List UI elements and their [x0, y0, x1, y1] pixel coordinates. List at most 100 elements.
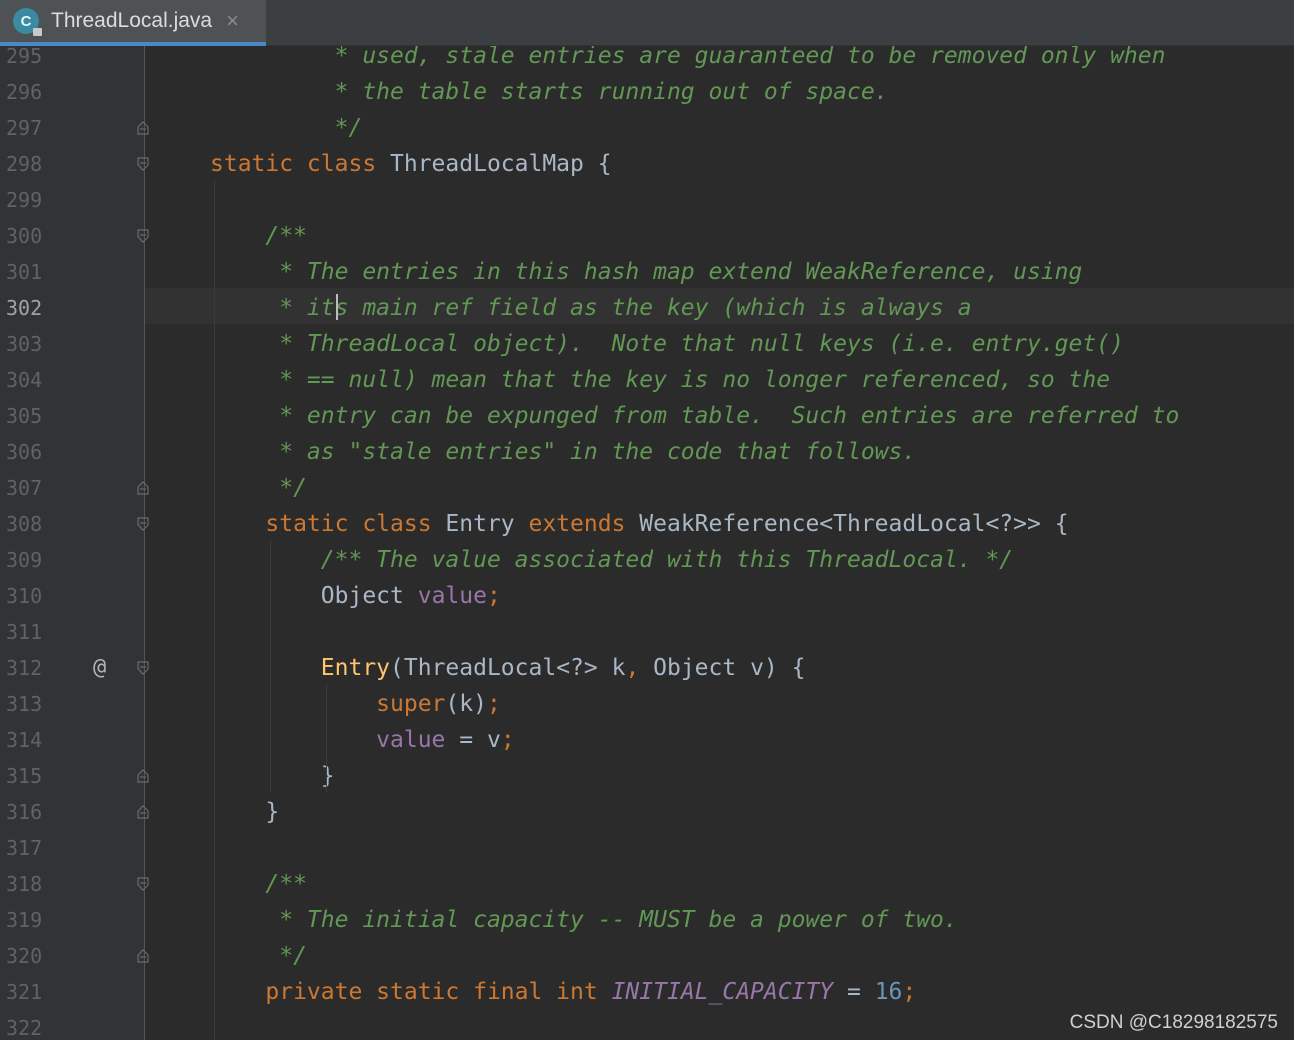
code-line[interactable]: 303 * ThreadLocal object). Note that nul… [0, 326, 1294, 362]
code-text: } [210, 794, 279, 830]
code-text: * its main ref field as the key (which i… [210, 290, 972, 326]
fold-close-icon[interactable] [137, 805, 149, 819]
code-token: ; [486, 691, 501, 717]
code-text: super(k); [210, 686, 501, 722]
code-line[interactable]: 301 * The entries in this hash map exten… [0, 254, 1294, 290]
code-line[interactable]: 317 [0, 830, 1294, 866]
code-token: */ [210, 943, 307, 969]
code-line[interactable]: 306 * as "stale entries" in the code tha… [0, 434, 1294, 470]
code-text: static class Entry extends WeakReference… [210, 506, 1069, 542]
code-token: value [376, 727, 446, 753]
line-number: 320 [6, 944, 43, 968]
line-number: 322 [6, 1016, 43, 1040]
code-token: /** [210, 871, 307, 897]
close-icon[interactable]: × [226, 8, 239, 34]
code-token: * ThreadLocal object). Note that null ke… [210, 331, 1124, 357]
code-token: */ [210, 475, 307, 501]
code-line[interactable]: 299 [0, 182, 1294, 218]
code-line[interactable]: 304 * == null) mean that the key is no l… [0, 362, 1294, 398]
indent-guide [270, 540, 271, 792]
line-number: 314 [6, 728, 43, 752]
indent-guide [214, 180, 215, 1040]
tab-threadlocal-java[interactable]: C ThreadLocal.java × [0, 0, 266, 46]
line-number: 302 [6, 296, 43, 320]
fold-open-icon[interactable] [137, 157, 149, 171]
line-number: 297 [6, 116, 43, 140]
line-number: 312 [6, 656, 43, 680]
code-line[interactable]: 305 * entry can be expunged from table. … [0, 398, 1294, 434]
code-token: Entry [445, 511, 529, 537]
code-line[interactable]: 320 */ [0, 938, 1294, 974]
code-token: (ThreadLocal<?> k [390, 655, 626, 681]
code-line[interactable]: 311 [0, 614, 1294, 650]
code-token: , [625, 655, 654, 681]
code-token: super [376, 691, 446, 717]
code-editor[interactable]: 295 * used, stale entries are guaranteed… [0, 46, 1294, 1040]
code-token: value [417, 583, 487, 609]
tab-title: ThreadLocal.java [51, 9, 213, 32]
line-number: 310 [6, 584, 43, 608]
code-line[interactable]: 313 super(k); [0, 686, 1294, 722]
code-line[interactable]: 312 @ Entry(ThreadLocal<?> k, Object v) { [0, 650, 1294, 686]
code-text: * ThreadLocal object). Note that null ke… [210, 326, 1124, 362]
code-text: */ [210, 470, 307, 506]
fold-close-icon[interactable] [137, 949, 149, 963]
fold-open-icon[interactable] [137, 229, 149, 243]
line-number: 303 [6, 332, 43, 356]
code-token: extends [528, 511, 640, 537]
line-number: 307 [6, 476, 43, 500]
line-number: 313 [6, 692, 43, 716]
code-line[interactable]: 310 Object value; [0, 578, 1294, 614]
code-token: * The initial capacity -- MUST be a powe… [210, 907, 958, 933]
java-class-lock-icon: C [13, 8, 42, 36]
fold-close-icon[interactable] [137, 769, 149, 783]
code-line[interactable]: 314 value = v; [0, 722, 1294, 758]
code-line[interactable]: 307 */ [0, 470, 1294, 506]
code-line[interactable]: 315 } [0, 758, 1294, 794]
fold-open-icon[interactable] [137, 517, 149, 531]
code-line[interactable]: 296 * the table starts running out of sp… [0, 74, 1294, 110]
line-number: 309 [6, 548, 43, 572]
code-token: private static final int [265, 979, 612, 1005]
code-token: */ [210, 115, 363, 141]
override-annotation-icon[interactable]: @ [93, 650, 106, 686]
code-text: } [210, 758, 335, 794]
code-text: value = v; [210, 722, 515, 758]
code-token: ; [500, 727, 515, 753]
code-token: WeakReference<ThreadLocal<?>> { [639, 511, 1069, 537]
code-line[interactable]: 319 * The initial capacity -- MUST be a … [0, 902, 1294, 938]
line-number: 311 [6, 620, 43, 644]
line-number: 306 [6, 440, 43, 464]
code-line[interactable]: 302 * its main ref field as the key (whi… [0, 290, 1294, 326]
code-line[interactable]: 300 /** [0, 218, 1294, 254]
line-number: 317 [6, 836, 43, 860]
code-token: 16 [874, 979, 903, 1005]
line-number: 305 [6, 404, 43, 428]
code-token: static class [210, 151, 391, 177]
code-token: (k) [445, 691, 487, 717]
code-line[interactable]: 308 static class Entry extends WeakRefer… [0, 506, 1294, 542]
code-line[interactable]: 318 /** [0, 866, 1294, 902]
code-token: static class [265, 511, 446, 537]
code-text: Entry(ThreadLocal<?> k, Object v) { [210, 650, 806, 686]
code-line[interactable]: 316 } [0, 794, 1294, 830]
code-text: */ [210, 110, 363, 146]
code-line[interactable]: 297 */ [0, 110, 1294, 146]
code-line[interactable]: 321 private static final int INITIAL_CAP… [0, 974, 1294, 1010]
code-token: * its main ref field as the key (which i… [210, 295, 972, 321]
code-token: ; [902, 979, 917, 1005]
fold-open-icon[interactable] [137, 661, 149, 675]
line-number: 315 [6, 764, 43, 788]
code-line[interactable]: 309 /** The value associated with this T… [0, 542, 1294, 578]
fold-close-icon[interactable] [137, 481, 149, 495]
code-line[interactable]: 298 static class ThreadLocalMap { [0, 146, 1294, 182]
code-line[interactable]: 295 * used, stale entries are guaranteed… [0, 46, 1294, 74]
fold-close-icon[interactable] [137, 121, 149, 135]
code-token: } [210, 799, 280, 825]
fold-open-icon[interactable] [137, 877, 149, 891]
